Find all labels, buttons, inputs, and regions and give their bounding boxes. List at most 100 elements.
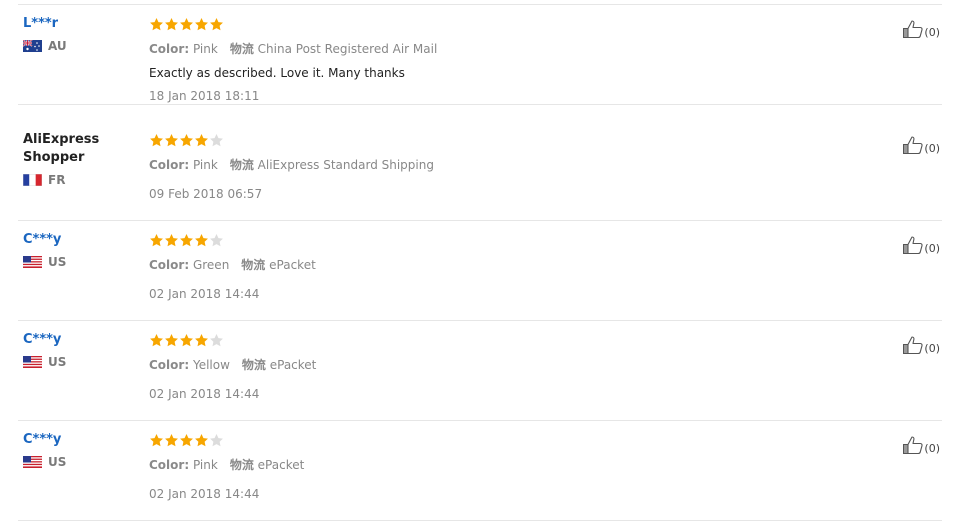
star-filled-icon: [194, 233, 209, 248]
star-empty-icon: [209, 233, 224, 248]
shipping-label: 物流: [229, 42, 254, 56]
review-item: C***y US Color: Green 物流 ePacket 02 Jan 2018…: [18, 221, 942, 321]
color-label: Color:: [149, 42, 190, 56]
review-item: C***y US Color: Pink 物流 ePacket 02 Jan 2018 …: [18, 421, 942, 521]
color-value: Green: [192, 258, 230, 272]
helpful-button[interactable]: (0): [902, 19, 940, 39]
reviewer-name[interactable]: C***y: [23, 331, 133, 349]
helpful-count: (0): [924, 242, 940, 255]
reviewer-name: AliExpress Shopper: [23, 132, 100, 165]
star-empty-icon: [209, 133, 224, 148]
star-filled-icon: [179, 333, 194, 348]
star-empty-icon: [209, 433, 224, 448]
color-label: Color:: [149, 458, 190, 472]
color-label: Color:: [149, 158, 190, 172]
star-rating: [149, 333, 224, 348]
reviewer-name[interactable]: C***y: [23, 431, 133, 449]
reviewer-country: FR: [22, 173, 133, 187]
order-info: Color: Yellow 物流 ePacket: [149, 356, 316, 373]
flag-us-icon: [23, 456, 42, 468]
color-label: Color:: [149, 258, 190, 272]
helpful-button[interactable]: (0): [902, 135, 940, 155]
color-value: Yellow: [192, 358, 230, 372]
star-filled-icon: [149, 17, 164, 32]
star-filled-icon: [164, 17, 179, 32]
star-filled-icon: [164, 433, 179, 448]
shipping-label: 物流: [241, 258, 266, 272]
shipping-value: ePacket: [257, 458, 305, 472]
reviewer-info: AliExpress Shopper FR: [22, 131, 133, 187]
reviewer-info: C***y US: [23, 431, 133, 469]
color-value: Pink: [192, 158, 218, 172]
reviewer-info: C***y US: [23, 331, 133, 369]
thumbs-up-icon[interactable]: [902, 335, 924, 355]
star-filled-icon: [164, 233, 179, 248]
helpful-count: (0): [924, 26, 940, 39]
star-filled-icon: [149, 433, 164, 448]
review-date: 02 Jan 2018 14:44: [149, 387, 260, 401]
shipping-label: 物流: [229, 458, 254, 472]
star-filled-icon: [194, 17, 209, 32]
shipping-label: 物流: [229, 158, 254, 172]
thumbs-up-icon[interactable]: [902, 435, 924, 455]
star-rating: [149, 17, 224, 32]
reviewer-name[interactable]: L***r: [23, 15, 133, 33]
shipping-label: 物流: [241, 358, 266, 372]
color-value: Pink: [192, 458, 218, 472]
flag-us-icon: [23, 356, 42, 368]
reviewer-country: US: [23, 355, 133, 369]
color-label: Color:: [149, 358, 190, 372]
country-code: AU: [48, 39, 67, 53]
helpful-button[interactable]: (0): [902, 435, 940, 455]
reviewer-country: US: [23, 455, 133, 469]
thumbs-up-icon[interactable]: [902, 19, 924, 39]
star-filled-icon: [164, 333, 179, 348]
shipping-value: ePacket: [269, 358, 317, 372]
order-info: Color: Pink 物流 ePacket: [149, 456, 304, 473]
order-info: Color: Green 物流 ePacket: [149, 256, 316, 273]
star-rating: [149, 233, 224, 248]
review-date: 02 Jan 2018 14:44: [149, 487, 260, 501]
reviewer-info: L***r AU: [22, 15, 133, 53]
star-rating: [149, 433, 224, 448]
review-item: C***y US Color: Yellow 物流 ePacket 02 Jan 201…: [18, 321, 942, 421]
country-code: US: [48, 355, 67, 369]
helpful-count: (0): [924, 142, 940, 155]
star-filled-icon: [194, 333, 209, 348]
star-filled-icon: [194, 433, 209, 448]
star-filled-icon: [179, 17, 194, 32]
star-filled-icon: [179, 433, 194, 448]
star-rating: [149, 133, 224, 148]
helpful-button[interactable]: (0): [902, 335, 940, 355]
star-filled-icon: [149, 133, 164, 148]
star-filled-icon: [179, 233, 194, 248]
thumbs-up-icon[interactable]: [902, 135, 924, 155]
helpful-count: (0): [924, 342, 940, 355]
review-date: 18 Jan 2018 18:11: [149, 89, 260, 103]
helpful-count: (0): [924, 442, 940, 455]
shipping-value: AliExpress Standard Shipping: [257, 158, 434, 172]
review-item: L***r AU Color: Pink 物流 China Post Register…: [18, 5, 942, 105]
thumbs-up-icon[interactable]: [902, 235, 924, 255]
country-code: US: [48, 455, 67, 469]
country-code: US: [48, 255, 67, 269]
country-code: FR: [48, 173, 66, 187]
color-value: Pink: [192, 42, 218, 56]
reviewer-country: AU: [22, 39, 133, 53]
shipping-value: China Post Registered Air Mail: [257, 42, 438, 56]
flag-fr-icon: [22, 173, 43, 187]
review-date: 02 Jan 2018 14:44: [149, 287, 260, 301]
shipping-value: ePacket: [269, 258, 316, 272]
helpful-button[interactable]: (0): [902, 235, 940, 255]
star-empty-icon: [209, 333, 224, 348]
star-filled-icon: [209, 17, 224, 32]
review-item: AliExpress Shopper FR Color: Pink 物流 AliExp…: [18, 121, 942, 221]
flag-au-icon: [22, 39, 42, 52]
star-filled-icon: [179, 133, 194, 148]
reviewer-info: C***y US: [23, 231, 133, 269]
order-info: Color: Pink 物流 China Post Registered Air …: [149, 40, 437, 57]
star-filled-icon: [164, 133, 179, 148]
reviewer-name[interactable]: C***y: [23, 231, 133, 249]
flag-us-icon: [23, 256, 42, 268]
review-date: 09 Feb 2018 06:57: [149, 187, 263, 201]
